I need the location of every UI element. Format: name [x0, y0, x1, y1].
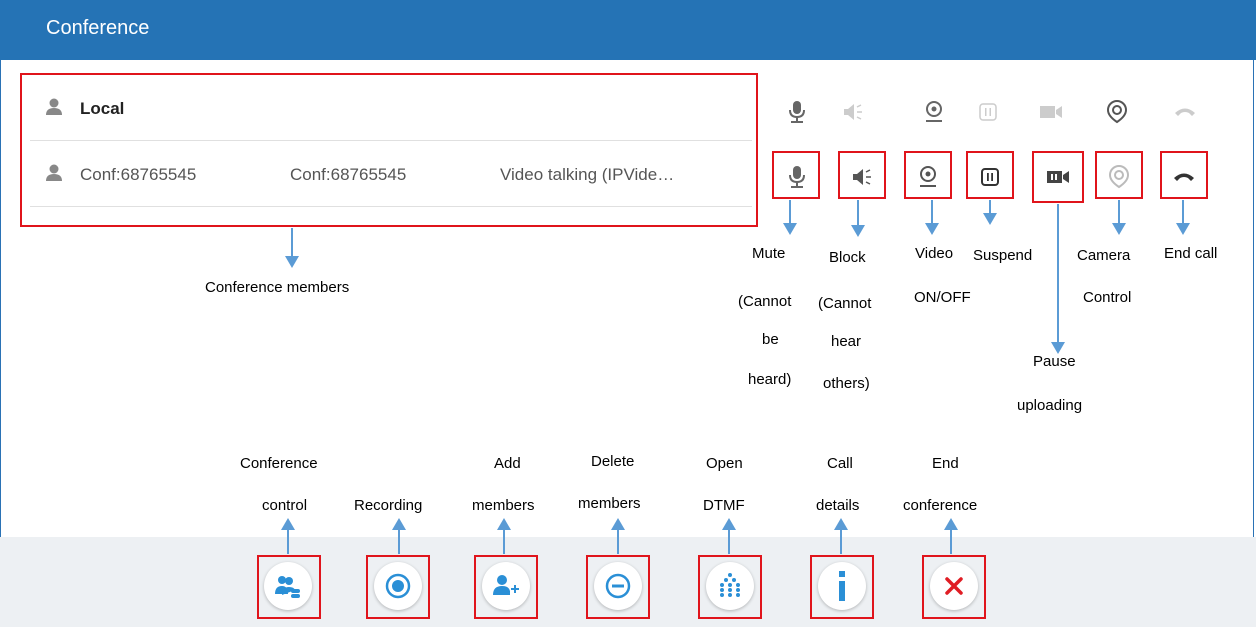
label-delete: members — [578, 495, 641, 512]
label-block: Block — [829, 249, 866, 266]
microphone-icon[interactable] — [782, 97, 812, 127]
end-conference-button[interactable] — [930, 562, 978, 610]
label-endcall: End call — [1164, 245, 1218, 262]
label-add: members — [472, 497, 535, 514]
pointer-arrow — [851, 200, 865, 237]
video-camera-icon[interactable] — [1036, 97, 1066, 127]
label-endconf: End — [932, 455, 959, 472]
label-details: Call — [827, 455, 853, 472]
delete-member-icon — [605, 573, 631, 599]
suspend-icon[interactable] — [975, 162, 1005, 192]
label-mute: be — [762, 331, 779, 348]
recording-button[interactable] — [374, 562, 422, 610]
members-highlight — [20, 73, 758, 227]
add-members-button[interactable] — [482, 562, 530, 610]
label-video: Video — [915, 245, 954, 262]
pointer-arrow — [1051, 204, 1065, 354]
conference-control-icon — [275, 576, 300, 598]
delete-members-button[interactable] — [594, 562, 642, 610]
pointer-arrow — [783, 200, 797, 235]
pointer-arrow — [392, 518, 406, 554]
pointer-arrow — [1112, 200, 1126, 235]
microphone-icon[interactable] — [782, 162, 812, 192]
speaker-icon[interactable] — [847, 162, 877, 192]
call-details-button[interactable] — [818, 562, 866, 610]
label-delete: Delete — [591, 453, 635, 470]
conference-control-button[interactable] — [264, 562, 312, 610]
pointer-arrow — [983, 200, 997, 225]
label-endconf: conference — [903, 497, 978, 514]
webcam-icon[interactable] — [913, 162, 943, 192]
pointer-arrow — [497, 518, 511, 554]
video-camera-icon[interactable] — [1043, 162, 1073, 192]
label-pause: uploading — [1017, 397, 1083, 414]
pointer-arrow — [925, 200, 939, 235]
label-block: others) — [823, 375, 870, 392]
label-details: details — [816, 497, 860, 514]
speaker-icon[interactable] — [838, 97, 868, 127]
suspend-icon[interactable] — [973, 97, 1003, 127]
label-dtmf: Open — [706, 455, 743, 472]
record-icon — [385, 573, 411, 599]
label-block: (Cannot — [818, 295, 872, 312]
camera-control-icon[interactable] — [1104, 162, 1134, 192]
label-dtmf: DTMF — [703, 497, 745, 514]
pointer-arrow — [281, 518, 295, 554]
label-suspend: Suspend — [973, 247, 1033, 264]
label-recording: Recording — [354, 497, 423, 514]
pointer-arrow — [722, 518, 736, 554]
label-conference-members: Conference members — [205, 279, 350, 296]
label-mute: heard) — [748, 371, 792, 388]
label-mute: (Cannot — [738, 293, 792, 310]
label-conference-control: control — [262, 497, 308, 514]
pointer-arrow — [611, 518, 625, 554]
add-member-icon — [493, 575, 519, 595]
label-pause: Pause — [1033, 353, 1076, 370]
label-add: Add — [494, 455, 521, 472]
hang-up-icon[interactable] — [1170, 97, 1200, 127]
dialpad-icon — [720, 573, 740, 597]
pointer-arrow — [834, 518, 848, 554]
label-video: ON/OFF — [914, 289, 971, 306]
pointer-arrow — [944, 518, 958, 554]
label-camera: Camera — [1077, 247, 1131, 264]
pointer-arrow — [1176, 200, 1190, 235]
window-title: Conference — [46, 17, 150, 39]
title-bar: Conference — [0, 0, 1256, 60]
label-mute: Mute — [752, 245, 786, 262]
info-icon — [839, 571, 845, 601]
dtmf-button[interactable] — [706, 562, 754, 610]
close-icon — [945, 577, 963, 595]
camera-control-icon[interactable] — [1102, 97, 1132, 127]
label-camera: Control — [1083, 289, 1132, 306]
pointer-arrow — [285, 228, 299, 268]
webcam-icon[interactable] — [919, 97, 949, 127]
hang-up-icon[interactable] — [1169, 162, 1199, 192]
label-block: hear — [831, 333, 862, 350]
label-conference-control: Conference — [240, 455, 318, 472]
